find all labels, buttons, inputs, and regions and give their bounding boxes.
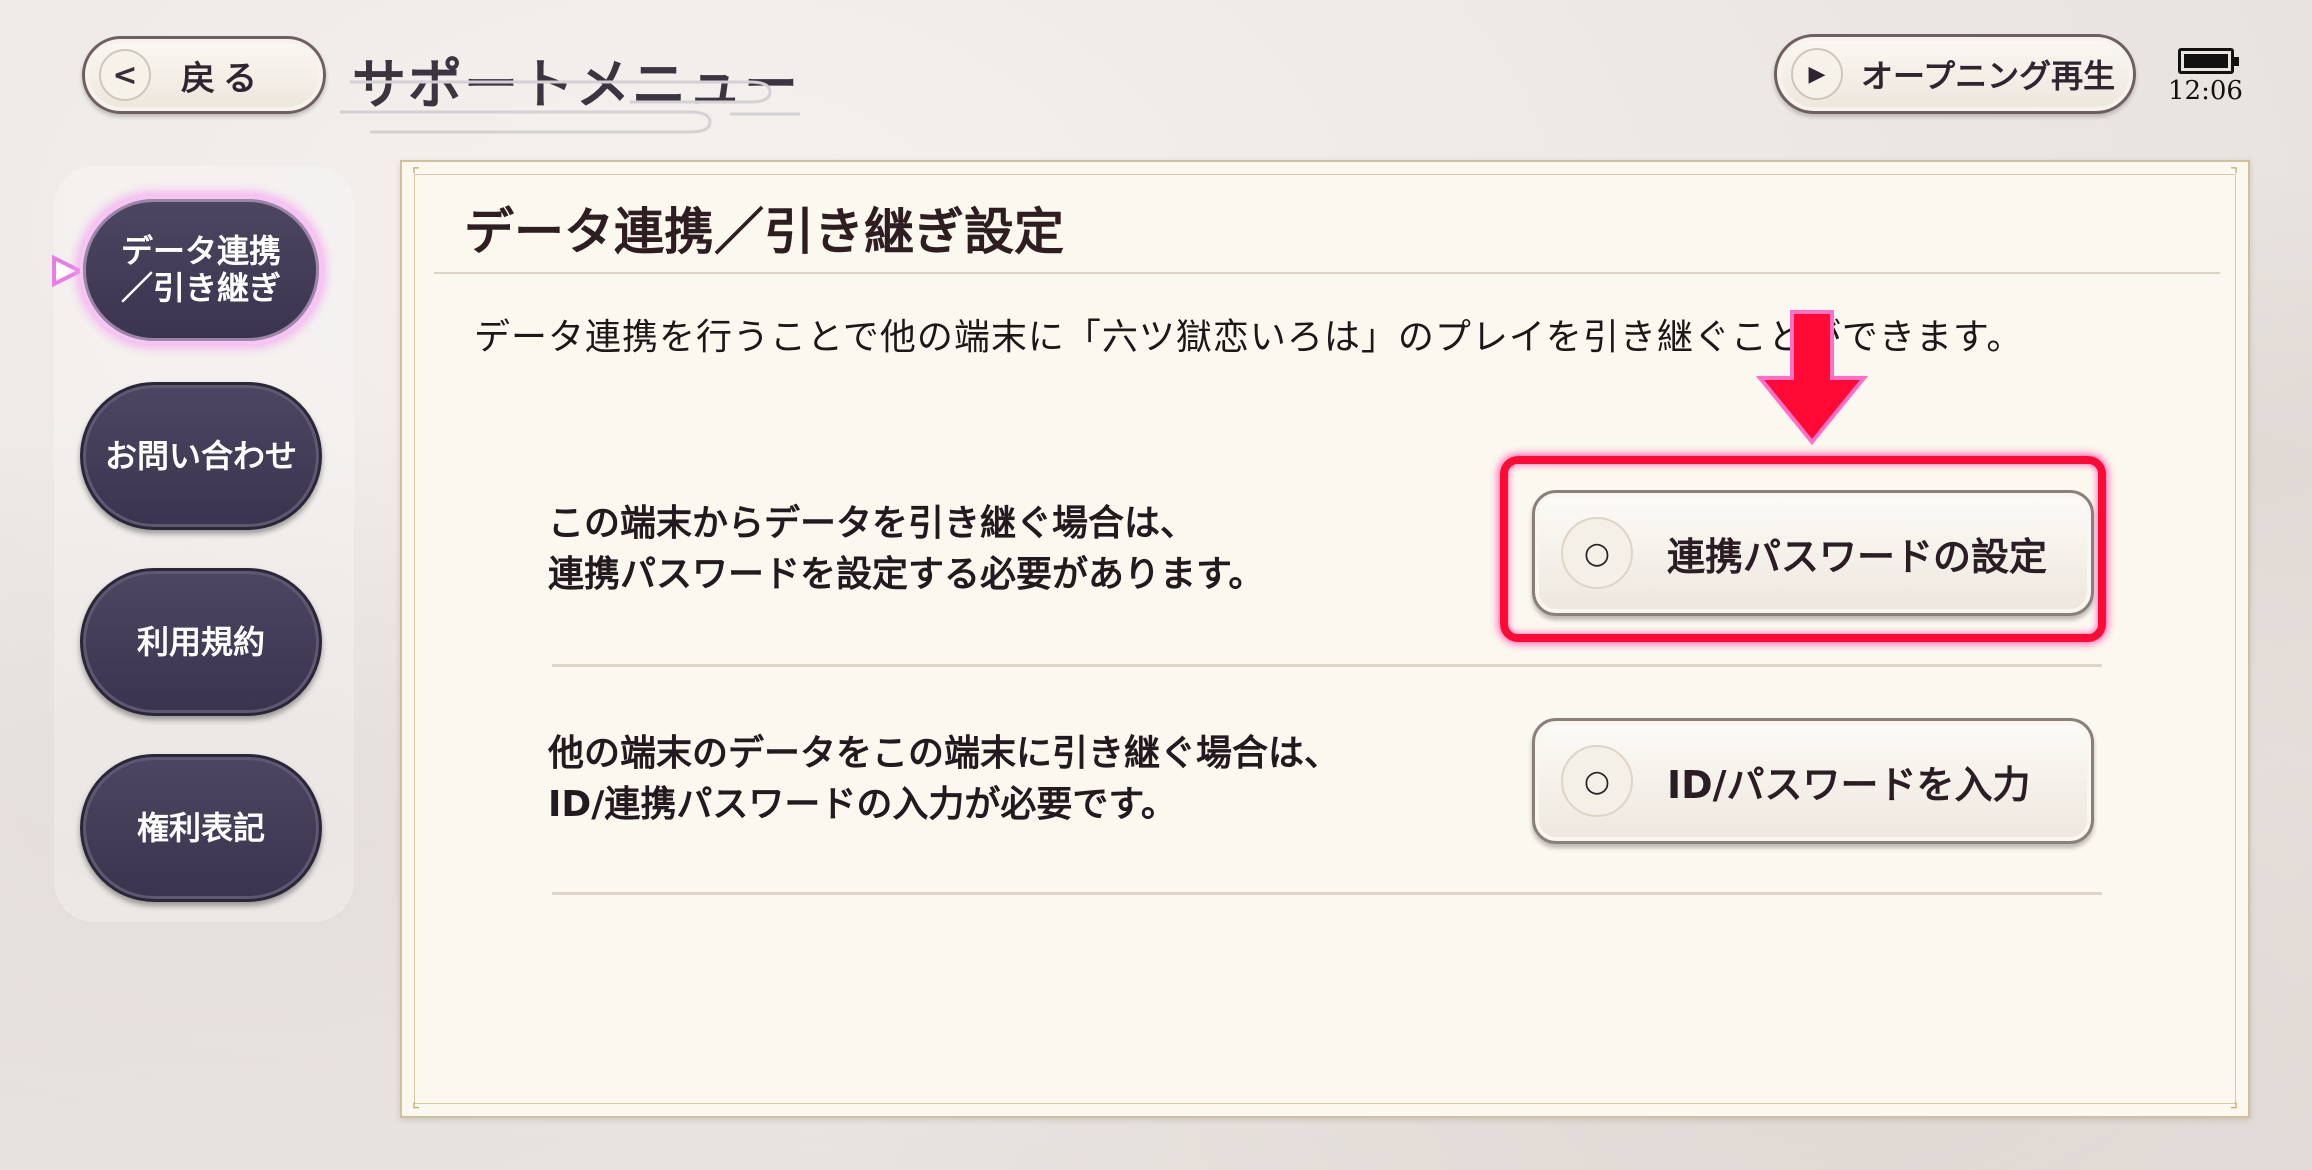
back-label: 戻る — [181, 58, 265, 99]
sidebar-item-label: 利用規約 — [136, 622, 265, 661]
circle-icon: ○ — [1561, 745, 1633, 817]
highlight-box — [1500, 456, 2106, 642]
opening-replay-button[interactable]: ▶ オープニング再生 — [1774, 34, 2136, 114]
cloud-ornament-icon — [340, 80, 800, 134]
opening-label: オープニング再生 — [1861, 57, 2116, 95]
row-2-line-2: ID/連携パスワードの入力が必要です。 — [548, 784, 1177, 826]
sidebar-item-label: お問い合わせ — [104, 436, 297, 475]
battery-icon — [2178, 48, 2239, 74]
play-icon: ▶ — [1791, 48, 1843, 100]
corner-ornament-icon: ⌞ — [411, 1091, 421, 1112]
row-1-line-2: 連携パスワードを設定する必要があります。 — [548, 554, 1265, 596]
button-label: ID/パスワードを入力 — [1667, 762, 2031, 807]
sidebar-item-terms[interactable]: 利用規約 — [80, 568, 322, 716]
arrow-down-icon — [1755, 310, 1869, 446]
row-2-line-1: 他の端末のデータをこの端末に引き継ぐ場合は、 — [548, 733, 1341, 774]
enter-id-password-button[interactable]: ○ ID/パスワードを入力 — [1532, 718, 2094, 844]
pointer-triangle-icon — [52, 254, 84, 288]
row-1-text: この端末からデータを引き継ぐ場合は、 連携パスワードを設定する必要があります。 — [548, 498, 1264, 600]
sidebar-item-rights[interactable]: 権利表記 — [80, 754, 322, 902]
row-1-line-1: この端末からデータを引き継ぐ場合は、 — [548, 503, 1197, 544]
divider — [434, 272, 2220, 274]
corner-ornament-icon: ⌜ — [411, 165, 421, 186]
corner-ornament-icon: ⌝ — [2229, 165, 2239, 186]
sidebar-item-label: 権利表記 — [136, 808, 265, 847]
sidebar-item-label: データ連携 ／引き継ぎ — [120, 232, 281, 307]
sidebar-item-data-transfer[interactable]: データ連携 ／引き継ぎ — [80, 196, 322, 344]
sidebar-item-contact[interactable]: お問い合わせ — [80, 382, 322, 530]
divider — [552, 664, 2102, 667]
chevron-left-icon: < — [99, 49, 151, 101]
corner-ornament-icon: ⌟ — [2229, 1091, 2239, 1112]
clock: 12:06 — [2168, 76, 2243, 106]
panel-title: データ連携／引き継ぎ設定 — [464, 203, 1064, 261]
divider — [552, 892, 2102, 895]
back-button[interactable]: < 戻る — [82, 36, 326, 114]
row-2-text: 他の端末のデータをこの端末に引き継ぐ場合は、 ID/連携パスワードの入力が必要で… — [548, 728, 1340, 830]
